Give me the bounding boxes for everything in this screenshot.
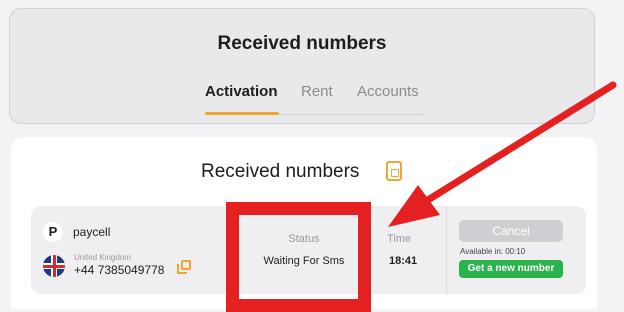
annotation-arrow [388,81,617,227]
